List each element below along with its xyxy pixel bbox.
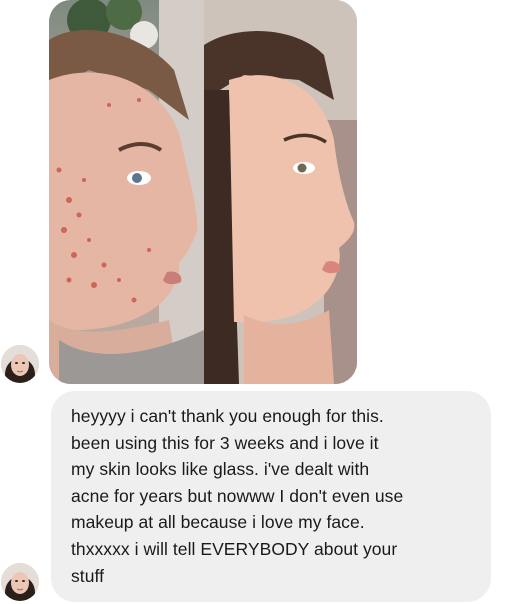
sender-avatar[interactable]: [1, 563, 39, 601]
after-photo-illustration: [204, 0, 357, 384]
before-photo[interactable]: [49, 0, 204, 384]
avatar-image: [1, 563, 39, 601]
text-message-bubble[interactable]: heyyyy i can't thank you enough for this…: [51, 391, 491, 602]
message-text: heyyyy i can't thank you enough for this…: [71, 406, 404, 586]
photo-message-bubble[interactable]: [49, 0, 357, 384]
before-photo-illustration: [49, 0, 204, 384]
sender-avatar[interactable]: [1, 345, 39, 383]
avatar-image: [1, 345, 39, 383]
after-photo[interactable]: [204, 0, 357, 384]
